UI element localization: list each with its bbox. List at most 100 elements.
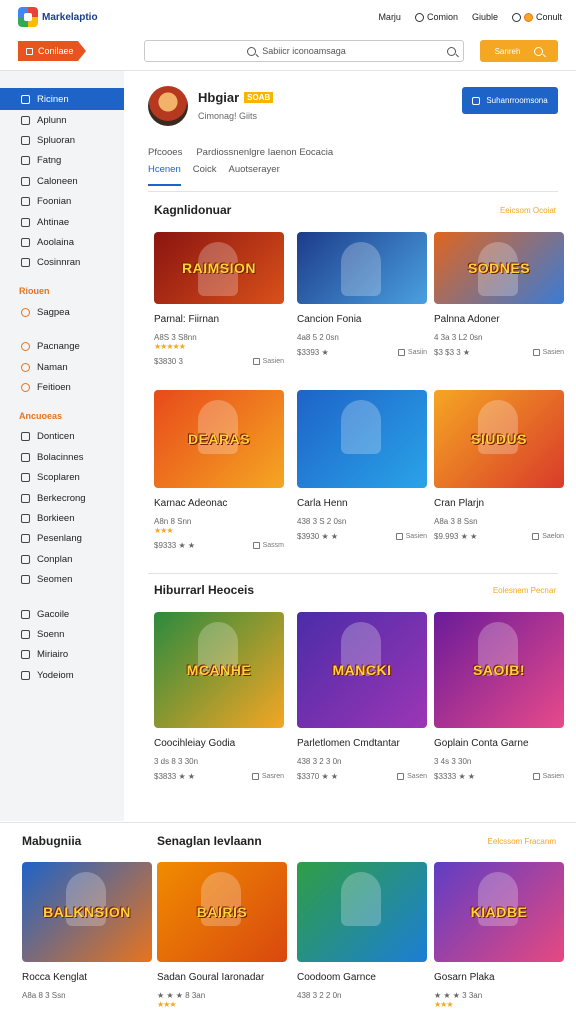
sidebar-item[interactable]: Aplunn <box>0 110 124 130</box>
add-to-cart-button[interactable]: Sasren <box>251 773 284 780</box>
product-name[interactable]: Cran Plarjn <box>434 498 564 509</box>
store-title: Hbgiar SOAB <box>198 90 274 105</box>
product-card[interactable]: BAIRIS Sadan Goural Iaronadar ★ ★ ★ 8 3an ★… <box>157 862 287 1009</box>
product-name[interactable]: Carla Henn <box>297 498 427 509</box>
product-card[interactable]: Carla Henn 438 3 S 2 0sn $3930 ★ ★ Sasien <box>297 390 427 541</box>
tab-quick[interactable]: Coick <box>193 164 217 186</box>
product-card[interactable]: Cancion Fonia 4a8 5 2 0sn $3393 ★ Sasiin <box>297 232 427 357</box>
rating-stars: ★★★ <box>434 1000 454 1009</box>
sidebar-item[interactable]: Cosinnran <box>0 253 124 273</box>
sidebar-item[interactable]: Fatng <box>0 151 124 171</box>
product-name[interactable]: Gosarn Plaka <box>434 972 564 983</box>
product-name[interactable]: Coocihleiay Godia <box>154 738 284 749</box>
sidebar-item[interactable]: Borkieen <box>0 508 124 528</box>
top-link-4[interactable]: Conult <box>511 12 562 22</box>
sidebar-item[interactable]: Scoplaren <box>0 467 124 487</box>
product-thumbnail[interactable]: RAIMSION <box>154 232 284 304</box>
sidebar-item[interactable]: Gacoile <box>0 604 124 624</box>
product-thumbnail[interactable] <box>297 232 427 304</box>
product-card[interactable]: SIUDUS Cran Plarjn A8a 3 8 Ssn $9.993 ★ ★ Sa… <box>434 390 564 541</box>
category-button[interactable]: Conilaee <box>18 41 86 61</box>
product-card[interactable]: SAOIB! Goplain Conta Garne 3 4s 3 30n $3333… <box>434 612 564 781</box>
top-link-2[interactable]: Comion <box>414 12 458 22</box>
product-name[interactable]: Palnna Adoner <box>434 314 564 325</box>
sidebar-item[interactable]: Yodeiom <box>0 665 124 685</box>
product-name[interactable]: Goplain Conta Garne <box>434 738 564 749</box>
logo[interactable]: Markelaptio <box>18 7 98 27</box>
add-to-cart-button[interactable]: Sasien <box>252 358 284 365</box>
product-thumbnail[interactable]: BALKNSION <box>22 862 152 962</box>
sidebar-item[interactable]: Caloneen <box>0 171 124 191</box>
product-card[interactable]: RAIMSION Parnal: Fiirnan A8S 3 S8nn ★★★★★ $3… <box>154 232 284 366</box>
top-link-3[interactable]: Giuble <box>472 12 498 22</box>
follow-button[interactable]: Suhanrroomsona <box>462 87 558 114</box>
tab-other[interactable]: Auotserayer <box>229 164 280 186</box>
section-view-all-link[interactable]: Eeicsom Ocoiat <box>500 206 556 215</box>
product-name[interactable]: Parnal: Fiirnan <box>154 314 284 325</box>
product-name[interactable]: Sadan Goural Iaronadar <box>157 972 287 983</box>
product-thumbnail[interactable]: BAIRIS <box>157 862 287 962</box>
avatar[interactable] <box>148 86 188 126</box>
product-price: $3833 ★ ★ <box>154 772 196 781</box>
user-icon <box>511 12 521 22</box>
product-thumbnail[interactable]: KIADBE <box>434 862 564 962</box>
product-thumbnail[interactable]: DEARAS <box>154 390 284 488</box>
add-to-cart-button[interactable]: Sasien <box>532 349 564 356</box>
product-thumbnail[interactable]: MCANHE <box>154 612 284 728</box>
sidebar-item[interactable]: Ricinen <box>0 88 124 110</box>
product-card[interactable]: MANCKI Parletlomen Cmdtantar 438 3 2 3 0n $… <box>297 612 427 781</box>
cart-icon <box>397 773 405 780</box>
sidebar-item[interactable]: Donticen <box>0 427 124 447</box>
sidebar-item[interactable]: Berkecrong <box>0 488 124 508</box>
store-icon <box>472 96 481 105</box>
tab-home[interactable]: Hcenen <box>148 164 181 186</box>
product-thumbnail[interactable]: SODNES <box>434 232 564 304</box>
product-thumbnail[interactable]: SIUDUS <box>434 390 564 488</box>
add-to-cart-button[interactable]: Sassm <box>252 542 284 549</box>
product-name[interactable]: Cancion Fonia <box>297 314 427 325</box>
product-card[interactable]: DEARAS Karnac Adeonac A8n 8 Snn ★★★ $9333 ★ … <box>154 390 284 550</box>
product-card[interactable]: BALKNSION Rocca Kenglat A8a 8 3 Ssn <box>22 862 152 1000</box>
product-card[interactable]: SODNES Palnna Adoner 4 3a 3 L2 0sn $3 $3 3 … <box>434 232 564 357</box>
product-name[interactable]: Coodoom Garnce <box>297 972 427 983</box>
top-link-1[interactable]: Marju <box>378 12 401 22</box>
sidebar-item-label: Ahtinae <box>37 216 70 228</box>
cart-icon <box>395 533 403 540</box>
sidebar-item[interactable]: Bolacinnes <box>0 447 124 467</box>
sidebar-item[interactable]: Spluoran <box>0 130 124 150</box>
sidebar-item[interactable]: Foonian <box>0 192 124 212</box>
sidebar-item[interactable]: Sagpea <box>0 302 124 322</box>
sidebar-item[interactable]: Miriairo <box>0 645 124 665</box>
add-to-cart-button[interactable]: Sasien <box>395 533 427 540</box>
add-to-cart-button[interactable]: Sasen <box>397 773 427 780</box>
sidebar-item[interactable]: Aoolaina <box>0 232 124 252</box>
product-thumbnail[interactable]: MANCKI <box>297 612 427 728</box>
add-to-cart-button[interactable]: Sasien <box>532 773 564 780</box>
add-to-cart-button[interactable]: Sasiin <box>397 349 427 356</box>
product-name[interactable]: Rocca Kenglat <box>22 972 152 983</box>
product-thumbnail[interactable] <box>297 390 427 488</box>
product-card[interactable]: MCANHE Coocihleiay Godia 3 ds 8 3 30n $3833… <box>154 612 284 781</box>
sidebar-item[interactable]: Pacnange <box>0 337 124 357</box>
section-view-all-link[interactable]: Eelcssom Fracanm <box>488 837 556 846</box>
sidebar-item[interactable]: Pesenlang <box>0 529 124 549</box>
sidebar-item[interactable]: Soenn <box>0 624 124 644</box>
product-card[interactable]: KIADBE Gosarn Plaka ★ ★ ★ 3 3an ★★★ <box>434 862 564 1009</box>
sidebar-item[interactable]: Conplan <box>0 549 124 569</box>
product-name[interactable]: Parletlomen Cmdtantar <box>297 738 427 749</box>
search-input[interactable]: Sabiicr iconoamsaga <box>144 40 464 62</box>
add-to-cart-button[interactable]: Saelon <box>532 533 564 540</box>
product-thumbnail[interactable] <box>297 862 427 962</box>
breadcrumb-item[interactable]: Pardiossnenlgre Iaenon Eocacia <box>196 147 333 158</box>
product-card[interactable]: Coodoom Garnce 438 3 2 2 0n <box>297 862 427 1000</box>
product-name[interactable]: Karnac Adeonac <box>154 498 284 509</box>
sidebar-item[interactable]: Naman <box>0 357 124 377</box>
breadcrumb-item[interactable]: Pfcooes <box>148 147 182 158</box>
sidebar-item[interactable]: Seomen <box>0 569 124 589</box>
product-thumbnail[interactable]: SAOIB! <box>434 612 564 728</box>
sidebar-item[interactable]: Feitioen <box>0 377 124 397</box>
sidebar-item-icon <box>21 258 30 268</box>
sidebar-item[interactable]: Ahtinae <box>0 212 124 232</box>
search-button[interactable]: Sanreh <box>480 40 558 62</box>
section-view-all-link[interactable]: Eolesnem Pecnar <box>493 586 556 595</box>
